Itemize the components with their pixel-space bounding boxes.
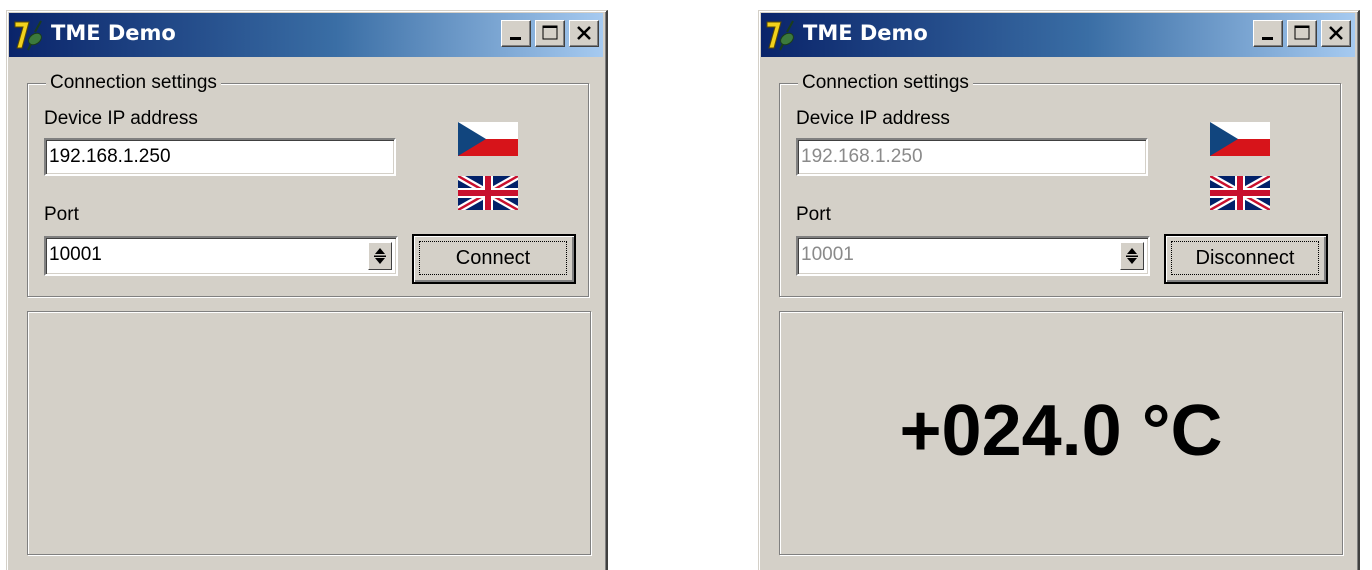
title-bar[interactable]: TME Demo (761, 13, 1355, 57)
connect-button-label: Connect (419, 241, 567, 275)
window-title: TME Demo (803, 21, 928, 45)
temperature-display-panel: +024.0 °C (779, 311, 1343, 555)
close-icon (577, 26, 591, 40)
port-input: 10001 (796, 236, 1150, 276)
czech-flag-icon[interactable] (1210, 122, 1270, 156)
app-window-disconnected: TME Demo Connection settings Device IP a… (6, 10, 608, 570)
tme-app-icon (14, 20, 42, 51)
port-spinner[interactable] (368, 242, 392, 270)
group-label: Connection settings (798, 73, 973, 93)
port-label: Port (796, 204, 831, 225)
minimize-button[interactable] (501, 20, 531, 47)
port-spinner (1120, 242, 1144, 270)
ip-address-label: Device IP address (44, 108, 198, 129)
maximize-button[interactable] (535, 20, 565, 47)
port-label: Port (44, 204, 79, 225)
uk-flag-icon[interactable] (458, 176, 518, 210)
tme-app-icon (766, 20, 794, 51)
group-label: Connection settings (46, 73, 221, 93)
minimize-button[interactable] (1253, 20, 1283, 47)
ip-address-value: 192.168.1.250 (801, 146, 923, 167)
temperature-readout: +024.0 °C (899, 391, 1223, 471)
spin-arrows-icon (374, 248, 386, 264)
title-bar[interactable]: TME Demo (9, 13, 603, 57)
maximize-button[interactable] (1287, 20, 1317, 47)
port-input[interactable]: 10001 (44, 236, 398, 276)
minimize-icon (510, 37, 521, 40)
ip-address-label: Device IP address (796, 108, 950, 129)
spin-arrows-icon (1126, 248, 1138, 264)
connection-settings-group: Connection settings Device IP address 19… (779, 73, 1341, 297)
maximize-icon (542, 25, 558, 40)
port-value: 10001 (801, 244, 854, 265)
ip-address-input: 192.168.1.250 (796, 138, 1148, 176)
czech-flag-icon[interactable] (458, 122, 518, 156)
connection-settings-group: Connection settings Device IP address 19… (27, 73, 589, 297)
window-title: TME Demo (51, 21, 176, 45)
port-value: 10001 (49, 244, 102, 265)
close-icon (1329, 26, 1343, 40)
maximize-icon (1294, 25, 1310, 40)
app-window-connected: TME Demo Connection settings Device IP a… (758, 10, 1360, 570)
minimize-icon (1262, 37, 1273, 40)
ip-address-value: 192.168.1.250 (49, 146, 171, 167)
close-button[interactable] (1321, 20, 1351, 47)
connect-button[interactable]: Connect (412, 234, 576, 284)
uk-flag-icon[interactable] (1210, 176, 1270, 210)
ip-address-input[interactable]: 192.168.1.250 (44, 138, 396, 176)
close-button[interactable] (569, 20, 599, 47)
disconnect-button-label: Disconnect (1171, 241, 1319, 275)
temperature-display-panel (27, 311, 591, 555)
disconnect-button[interactable]: Disconnect (1164, 234, 1328, 284)
